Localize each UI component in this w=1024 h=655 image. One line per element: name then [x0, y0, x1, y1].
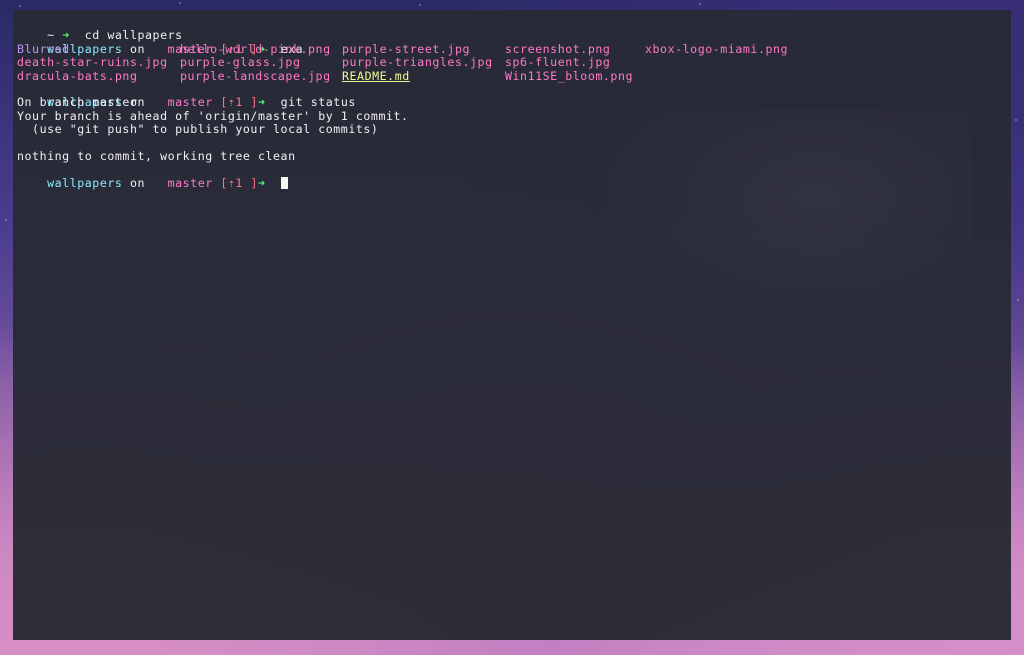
file-entry: death-star-ruins.jpg — [17, 55, 168, 70]
terminal-window[interactable]: ~ ➜ cd wallpapers wallpapers on master [… — [13, 10, 1011, 640]
directory-entry: Blurred — [17, 41, 70, 56]
output-line: (use "git push" to publish your local co… — [17, 122, 379, 137]
prompt-arrow-icon: ➜ — [258, 175, 266, 190]
prompt-branch: master — [167, 175, 213, 190]
file-entry: screenshot.png — [505, 41, 611, 56]
readme-entry: README.md — [342, 68, 410, 83]
exa-row: Blurred hello-world-pink.png purple-stre… — [17, 41, 1007, 56]
file-entry: hello-world-pink.png — [180, 41, 331, 56]
prompt-cwd: wallpapers — [47, 175, 123, 190]
file-entry: sp6-fluent.jpg — [505, 55, 611, 70]
output-line: Your branch is ahead of 'origin/master' … — [17, 108, 409, 123]
output-line: nothing to commit, working tree clean — [17, 148, 296, 163]
prompt-line-git-status: wallpapers on master [⇡1 ]➜ git status — [17, 83, 1007, 109]
prompt-line-exa: wallpapers on master [⇡1 ]➜ exa — [17, 29, 1007, 55]
prompt-on: on — [129, 175, 146, 190]
output-line: On branch master — [17, 95, 138, 110]
exa-row: dracula-bats.png purple-landscape.jpg RE… — [17, 68, 1007, 83]
file-entry: dracula-bats.png — [17, 68, 138, 83]
file-entry: xbox-logo-miami.png — [645, 41, 789, 56]
file-entry: purple-triangles.jpg — [342, 55, 493, 70]
file-entry: purple-glass.jpg — [180, 55, 301, 70]
prompt-ahead-indicator: [⇡1 ] — [220, 175, 258, 190]
file-entry: purple-landscape.jpg — [180, 68, 331, 83]
exa-row: death-star-ruins.jpg purple-glass.jpg pu… — [17, 55, 1007, 70]
file-entry: purple-street.jpg — [342, 41, 471, 56]
text-cursor[interactable] — [280, 176, 288, 189]
command-line-cd: ~ ➜ cd wallpapers — [17, 16, 1007, 42]
file-entry: Win11SE_bloom.png — [505, 68, 634, 83]
prompt-line-current[interactable]: wallpapers on master [⇡1 ]➜ — [17, 163, 1007, 189]
